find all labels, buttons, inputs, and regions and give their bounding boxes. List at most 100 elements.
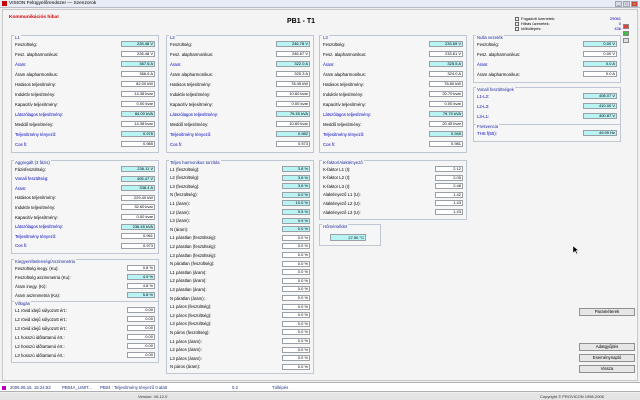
measurement-value: 0.00 kvar xyxy=(121,214,155,220)
measurement-label: L3 (feszültség): xyxy=(170,183,200,189)
panel-l2: L2 Feszültség: 246.78 V Fesz. alapharmoniku… xyxy=(166,35,314,153)
measurement-label: Teljesítmény tényező: xyxy=(323,131,365,137)
measurement-label: K-faktor L2 (I): xyxy=(323,175,351,181)
measurement-label: L2 hosszú időtartamú ért.: xyxy=(15,343,65,349)
back-button[interactable]: Vissza xyxy=(579,365,635,373)
panel-title: Nulla vezeték xyxy=(476,35,504,40)
measurement-value: 0.0 % xyxy=(282,312,310,319)
measurement-label: K-faktor L1 (I): xyxy=(323,166,351,172)
copyright-label: Copyright © PROVICON 1998-2006 xyxy=(540,394,604,399)
measurement-row: Meddő teljesítmény: 10.60 kvar xyxy=(170,121,310,127)
measurement-label: L2 páros (feszültség): xyxy=(170,312,212,318)
measurement-value: 0.0 A xyxy=(583,71,617,77)
measurement-value: 20.45 kvar xyxy=(429,121,463,127)
close-button[interactable]: × xyxy=(631,1,638,7)
measurement-row: Áram: 0.0 A xyxy=(477,61,617,67)
panel-title: L1 xyxy=(14,35,21,40)
measurement-label: Áram alapharmonikus: xyxy=(170,71,213,77)
measurement-label: L3-L1: xyxy=(477,113,490,119)
measurement-label: Áram inegy. (Ki): xyxy=(15,283,47,289)
measurement-label: L3 páratlan (feszültség): xyxy=(170,252,217,258)
measurement-label: L1 (feszültség): xyxy=(170,166,200,172)
measurement-value: 0.0 % xyxy=(282,338,310,344)
measurement-row: Teljesítmény tényező: 0.976 xyxy=(15,131,155,137)
panel-title: Vonali feszültségek xyxy=(476,87,515,92)
measurement-label: K-faktor L3 (I): xyxy=(323,183,351,189)
measurement-row: L2-L3: 410.00 V xyxy=(477,103,617,109)
measurement-label: Feszültség: xyxy=(170,41,192,47)
panel-title: L2 xyxy=(169,35,176,40)
comm-legend: Fogadott üzenetek: 29061 Hibás üzenetek: 0… xyxy=(515,16,639,31)
version-label: Version: V6.12.0 xyxy=(138,394,168,399)
measurement-label: Induktív teljesítmény: xyxy=(323,91,364,97)
measurement-label: L1 rövid idejű súlyozott ért.: xyxy=(15,307,68,313)
measurement-label: Kapacitív teljesítmény: xyxy=(170,101,213,107)
legend-swatch-icon xyxy=(623,38,629,43)
temperature-value: 27.50 °C xyxy=(330,234,366,241)
measurement-value: 1.43 xyxy=(435,200,463,207)
measurement-label: L3 páratlan (áram): xyxy=(170,286,207,292)
measurement-row: L1 (feszültség): 3.8 % xyxy=(170,166,310,172)
measurement-label: Kapacitív teljesítmény: xyxy=(15,214,58,220)
measurement-value: 0.0 % xyxy=(282,295,310,301)
legend-swatch-icon xyxy=(623,31,629,36)
event-log-button[interactable]: Eseménynapló xyxy=(579,354,635,362)
window-titlebar: VISION Felügyelőrendszer — Szenzorok _ □… xyxy=(0,0,640,8)
measurement-row: L3 páratlan (áram): 0.0 % xyxy=(170,286,310,293)
measurement-row: Áram: 325.5 A xyxy=(323,61,463,67)
measurement-row: Hatásos teljesítmény: 229.40 kW xyxy=(15,194,155,201)
measurement-row: Cos fi: 0.985 xyxy=(15,141,155,147)
measurement-row: Áram alapharmonikus: 366.6 A xyxy=(15,71,155,77)
legend-swatches xyxy=(623,24,629,43)
measurement-value: 79.45 kVA xyxy=(276,111,310,117)
measurement-value: 410.00 V xyxy=(583,103,617,109)
panel-title: Hőmérséklet xyxy=(322,224,349,229)
measurement-value: 32.60 kvar xyxy=(121,204,155,211)
measurement-label: L2 páratlan (áram): xyxy=(170,278,207,284)
measurement-value: 233.69 V xyxy=(429,41,463,47)
measurement-value: 0.573 xyxy=(276,141,310,147)
measurement-value: 246.67 V xyxy=(276,51,310,57)
measurement-value: 338.4 A xyxy=(121,185,155,192)
measurement-row: L3 páratlan (feszültség): 0.0 % xyxy=(170,252,310,258)
data-export-button[interactable]: Adatgyűjtés xyxy=(579,343,635,351)
measurement-row: Feszültség: 246.78 V xyxy=(170,41,310,47)
measurement-row: Feszültség: 228.48 V xyxy=(15,41,155,47)
measurement-label: Induktív teljesítmény: xyxy=(170,91,211,97)
measurement-row: L1 páros (feszültség): 0.0 % xyxy=(170,303,310,310)
measurement-label: Látszólagos teljesítmény: xyxy=(15,224,64,230)
measurement-row: L2 hosszú időtartamú ért.: 0.00 xyxy=(15,343,155,349)
window-controls: _ □ × xyxy=(615,1,638,7)
measurement-row: Feszültség inegy. (Ku): 0.8 % xyxy=(15,265,155,271)
parameters-button[interactable]: Paraméterek xyxy=(579,308,635,316)
page-title: PB1 - T1 xyxy=(287,18,316,25)
panel-title: Aggregált (3 fázis) xyxy=(14,160,51,165)
measurement-value: 0.00 xyxy=(127,316,155,322)
measurement-value: 229.40 kW xyxy=(121,194,155,201)
measurement-label: Kapacitív teljesítmény: xyxy=(323,101,366,107)
measurement-row: Induktív teljesítmény: 14.38 kvar xyxy=(15,91,155,97)
measurement-row: Áram: 322.0 A xyxy=(170,61,310,67)
mouse-cursor-icon xyxy=(573,246,579,254)
measurement-label: L2 páratlan (feszültség): xyxy=(170,243,217,249)
measurement-row: Áram alapharmonikus: 320.3 A xyxy=(170,71,310,77)
measurement-label: Hatásos teljesítmény: xyxy=(170,81,212,87)
measurement-row: K-faktor L2 (I): 2.05 xyxy=(323,174,463,181)
measurement-value: 0.00 kvar xyxy=(276,101,310,107)
legend-dot-icon xyxy=(515,26,519,31)
panel-title: K-faktor/Alaktényező xyxy=(322,160,364,165)
measurement-row: Kapacitív teljesítmény: 0.00 kvar xyxy=(323,101,463,107)
measurement-label: Alaktényező L3 (U): xyxy=(323,209,361,215)
maximize-button[interactable]: □ xyxy=(623,1,630,7)
measurement-value: 0.0 % xyxy=(282,329,310,336)
minimize-button[interactable]: _ xyxy=(615,1,622,7)
measurement-value: 4.9 % xyxy=(127,274,155,280)
measurement-label: Áram alapharmonikus: xyxy=(323,71,366,77)
status-datetime: 2006.06.15. 15:24:53 xyxy=(10,385,51,390)
measurement-value: 0.0 % xyxy=(282,243,310,250)
measurement-label: L3 páros (áram): xyxy=(170,355,202,361)
measurement-row: Alaktényező L3 (U): 1.43 xyxy=(323,209,463,215)
measurement-value: 1.42 xyxy=(435,191,463,198)
measurement-value: 0.961 xyxy=(121,233,155,240)
measurement-value: 0.0 % xyxy=(282,269,310,276)
